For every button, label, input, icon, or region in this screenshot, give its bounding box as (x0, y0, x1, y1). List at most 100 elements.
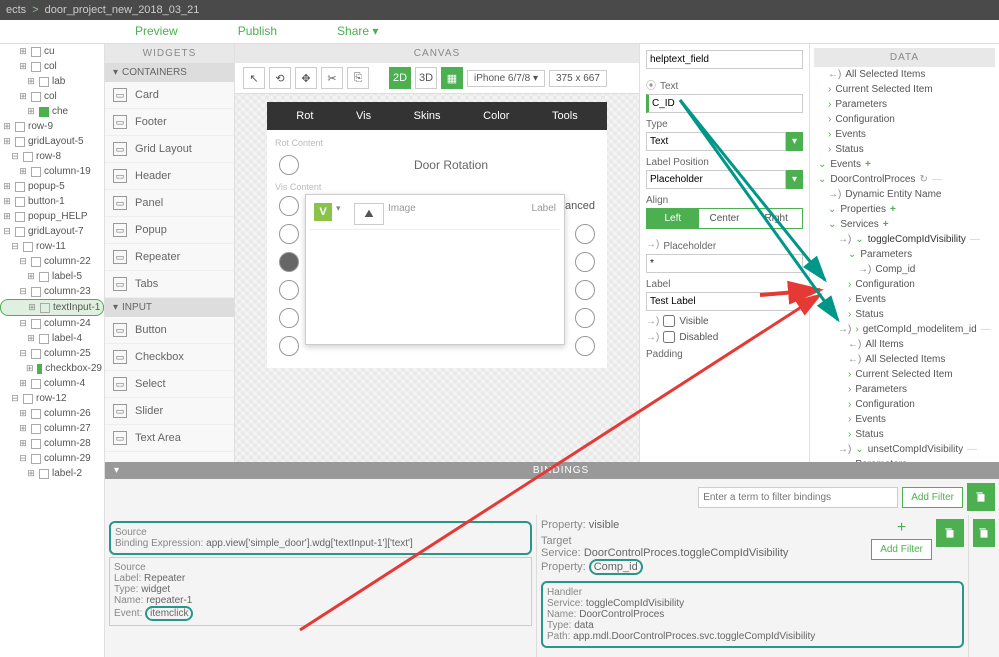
delete-button[interactable] (967, 483, 995, 511)
data-tree-item[interactable]: ⌄Properties + (814, 202, 995, 217)
tree-item[interactable]: ⊞che (0, 104, 104, 119)
data-tree-item[interactable]: ›Events (814, 127, 995, 142)
canvas-popup[interactable]: V ▾ ⛰ Image Label (305, 194, 565, 345)
widget-item[interactable]: ▭Text Area (105, 425, 234, 452)
data-tree-item[interactable]: ⌄DoorControlProces ↻ — (814, 172, 995, 187)
data-tree-item[interactable]: ›Events (814, 292, 995, 307)
tree-item[interactable]: ⊞column-19 (0, 164, 104, 179)
data-tree-item[interactable]: →)›getCompId_modelitem_id — (814, 322, 995, 337)
visible-checkbox[interactable] (663, 315, 675, 327)
label-input[interactable] (646, 292, 803, 311)
data-tree-item[interactable]: ›Configuration (814, 112, 995, 127)
tree-item[interactable]: ⊞cu (0, 44, 104, 59)
tree-item[interactable]: ⊞col (0, 89, 104, 104)
widget-item[interactable]: ▭Popup (105, 217, 234, 244)
share-menu[interactable]: Share ▾ (307, 20, 408, 43)
text-input[interactable] (646, 94, 803, 113)
data-tree-item[interactable]: ←)All Selected Items (814, 67, 995, 82)
view-2d-button[interactable]: 2D (389, 67, 411, 89)
align-center-button[interactable]: Center (699, 209, 751, 228)
move-tool[interactable]: ✥ (295, 67, 317, 89)
helptext-field[interactable] (646, 50, 803, 69)
data-tree-item[interactable]: →)⌄unsetCompIdVisibility — (814, 442, 995, 457)
placeholder-input[interactable] (646, 254, 803, 273)
data-tree-item[interactable]: ›Configuration (814, 397, 995, 412)
data-tree-item[interactable]: ⌄Events + (814, 157, 995, 172)
source-binding-2[interactable]: Source Label: Repeater Type: widget Name… (109, 557, 532, 626)
data-tree-item[interactable]: ›Current Selected Item (814, 367, 995, 382)
tree-item[interactable]: ⊞row-9 (0, 119, 104, 134)
input-group[interactable]: ▾ INPUT (105, 298, 234, 317)
chevron-down-icon[interactable]: ▾ (786, 132, 803, 151)
tree-item[interactable]: ⊞label-2 (0, 466, 104, 481)
nav-color[interactable]: Color (483, 110, 509, 122)
data-tree-item[interactable]: →)⌄toggleCompIdVisibility — (814, 232, 995, 247)
tree-item[interactable]: ⊞gridLayout-5 (0, 134, 104, 149)
tree-item[interactable]: ⊟column-24 (0, 316, 104, 331)
data-tree-item[interactable]: →)Dynamic Entity Name (814, 187, 995, 202)
tree-item[interactable]: ⊟column-25 (0, 346, 104, 361)
data-tree-item[interactable]: ←)All Selected Items (814, 352, 995, 367)
align-left-button[interactable]: Left (647, 209, 699, 228)
label-position-select[interactable]: ▾ (646, 170, 803, 189)
rotate-tool[interactable]: ⟲ (269, 67, 291, 89)
nav-tools[interactable]: Tools (552, 110, 578, 122)
widget-item[interactable]: ▭Header (105, 163, 234, 190)
tree-item[interactable]: ⊞column-4 (0, 376, 104, 391)
data-tree-item[interactable]: ›Parameters (814, 382, 995, 397)
tree-item[interactable]: ⊞column-28 (0, 436, 104, 451)
tree-item[interactable]: ⊟column-23 (0, 284, 104, 299)
project-tree[interactable]: ⊞cu⊞col⊞lab⊞col⊞che⊞row-9⊞gridLayout-5⊟r… (0, 44, 105, 657)
widget-item[interactable]: ▭Checkbox (105, 344, 234, 371)
tree-item[interactable]: ⊞column-27 (0, 421, 104, 436)
tree-item[interactable]: ⊞textInput-1 (0, 299, 104, 316)
copy-tool[interactable]: ⎘ (347, 67, 369, 89)
data-tree-item[interactable]: ›Current Selected Item (814, 82, 995, 97)
tree-item[interactable]: ⊟column-29 (0, 451, 104, 466)
widget-item[interactable]: ▭Card (105, 82, 234, 109)
align-right-button[interactable]: Right (750, 209, 802, 228)
type-select[interactable]: ▾ (646, 132, 803, 151)
source-binding-1[interactable]: Source Binding Expression: app.view['sim… (109, 521, 532, 555)
preview-menu[interactable]: Preview (105, 20, 208, 43)
tree-item[interactable]: ⊞popup_HELP (0, 209, 104, 224)
collapse-icon[interactable]: ▾ (108, 465, 126, 476)
data-tree-item[interactable]: ›Status (814, 307, 995, 322)
data-tree-item[interactable]: ›Parameters (814, 97, 995, 112)
chevron-down-icon[interactable]: ▾ (786, 170, 803, 189)
widget-item[interactable]: ▭Grid Layout (105, 136, 234, 163)
delete-binding-button[interactable] (936, 519, 964, 547)
tree-item[interactable]: ⊟row-11 (0, 239, 104, 254)
tree-item[interactable]: ⊟row-8 (0, 149, 104, 164)
add-filter-button-2[interactable]: Add Filter (871, 539, 932, 560)
handler-binding[interactable]: Handler Service: toggleCompIdVisibility … (541, 581, 964, 648)
tree-item[interactable]: ⊞checkbox-29 (0, 361, 104, 376)
tree-item[interactable]: ⊞popup-5 (0, 179, 104, 194)
data-tree-item[interactable]: ⌄Parameters (814, 247, 995, 262)
data-tree-item[interactable]: ›Status (814, 427, 995, 442)
tree-item[interactable]: ⊞column-26 (0, 406, 104, 421)
data-tree-item[interactable]: ←)All Items (814, 337, 995, 352)
tree-item[interactable]: ⊟row-12 (0, 391, 104, 406)
nav-skins[interactable]: Skins (414, 110, 441, 122)
bindings-filter-input[interactable] (698, 487, 898, 508)
data-tree-item[interactable]: ›Status (814, 142, 995, 157)
tree-item[interactable]: ⊞label-5 (0, 269, 104, 284)
nav-rot[interactable]: Rot (296, 110, 313, 122)
widget-item[interactable]: ▭Select (105, 371, 234, 398)
data-tree-item[interactable]: →)Comp_id (814, 262, 995, 277)
widget-item[interactable]: ▭Button (105, 317, 234, 344)
nav-vis[interactable]: Vis (356, 110, 371, 122)
data-tree-item[interactable]: ›Events (814, 412, 995, 427)
grid-toggle[interactable]: ▦ (441, 67, 463, 89)
data-tree-item[interactable]: ›Configuration (814, 277, 995, 292)
data-tree-item[interactable]: ⌄Services + (814, 217, 995, 232)
add-filter-button[interactable]: Add Filter (902, 487, 963, 508)
publish-menu[interactable]: Publish (208, 20, 307, 43)
widget-item[interactable]: ▭Footer (105, 109, 234, 136)
disabled-checkbox[interactable] (663, 331, 675, 343)
view-3d-button[interactable]: 3D (415, 67, 437, 89)
add-binding-button[interactable]: + (897, 519, 906, 537)
cut-tool[interactable]: ✂ (321, 67, 343, 89)
widget-item[interactable]: ▭Repeater (105, 244, 234, 271)
